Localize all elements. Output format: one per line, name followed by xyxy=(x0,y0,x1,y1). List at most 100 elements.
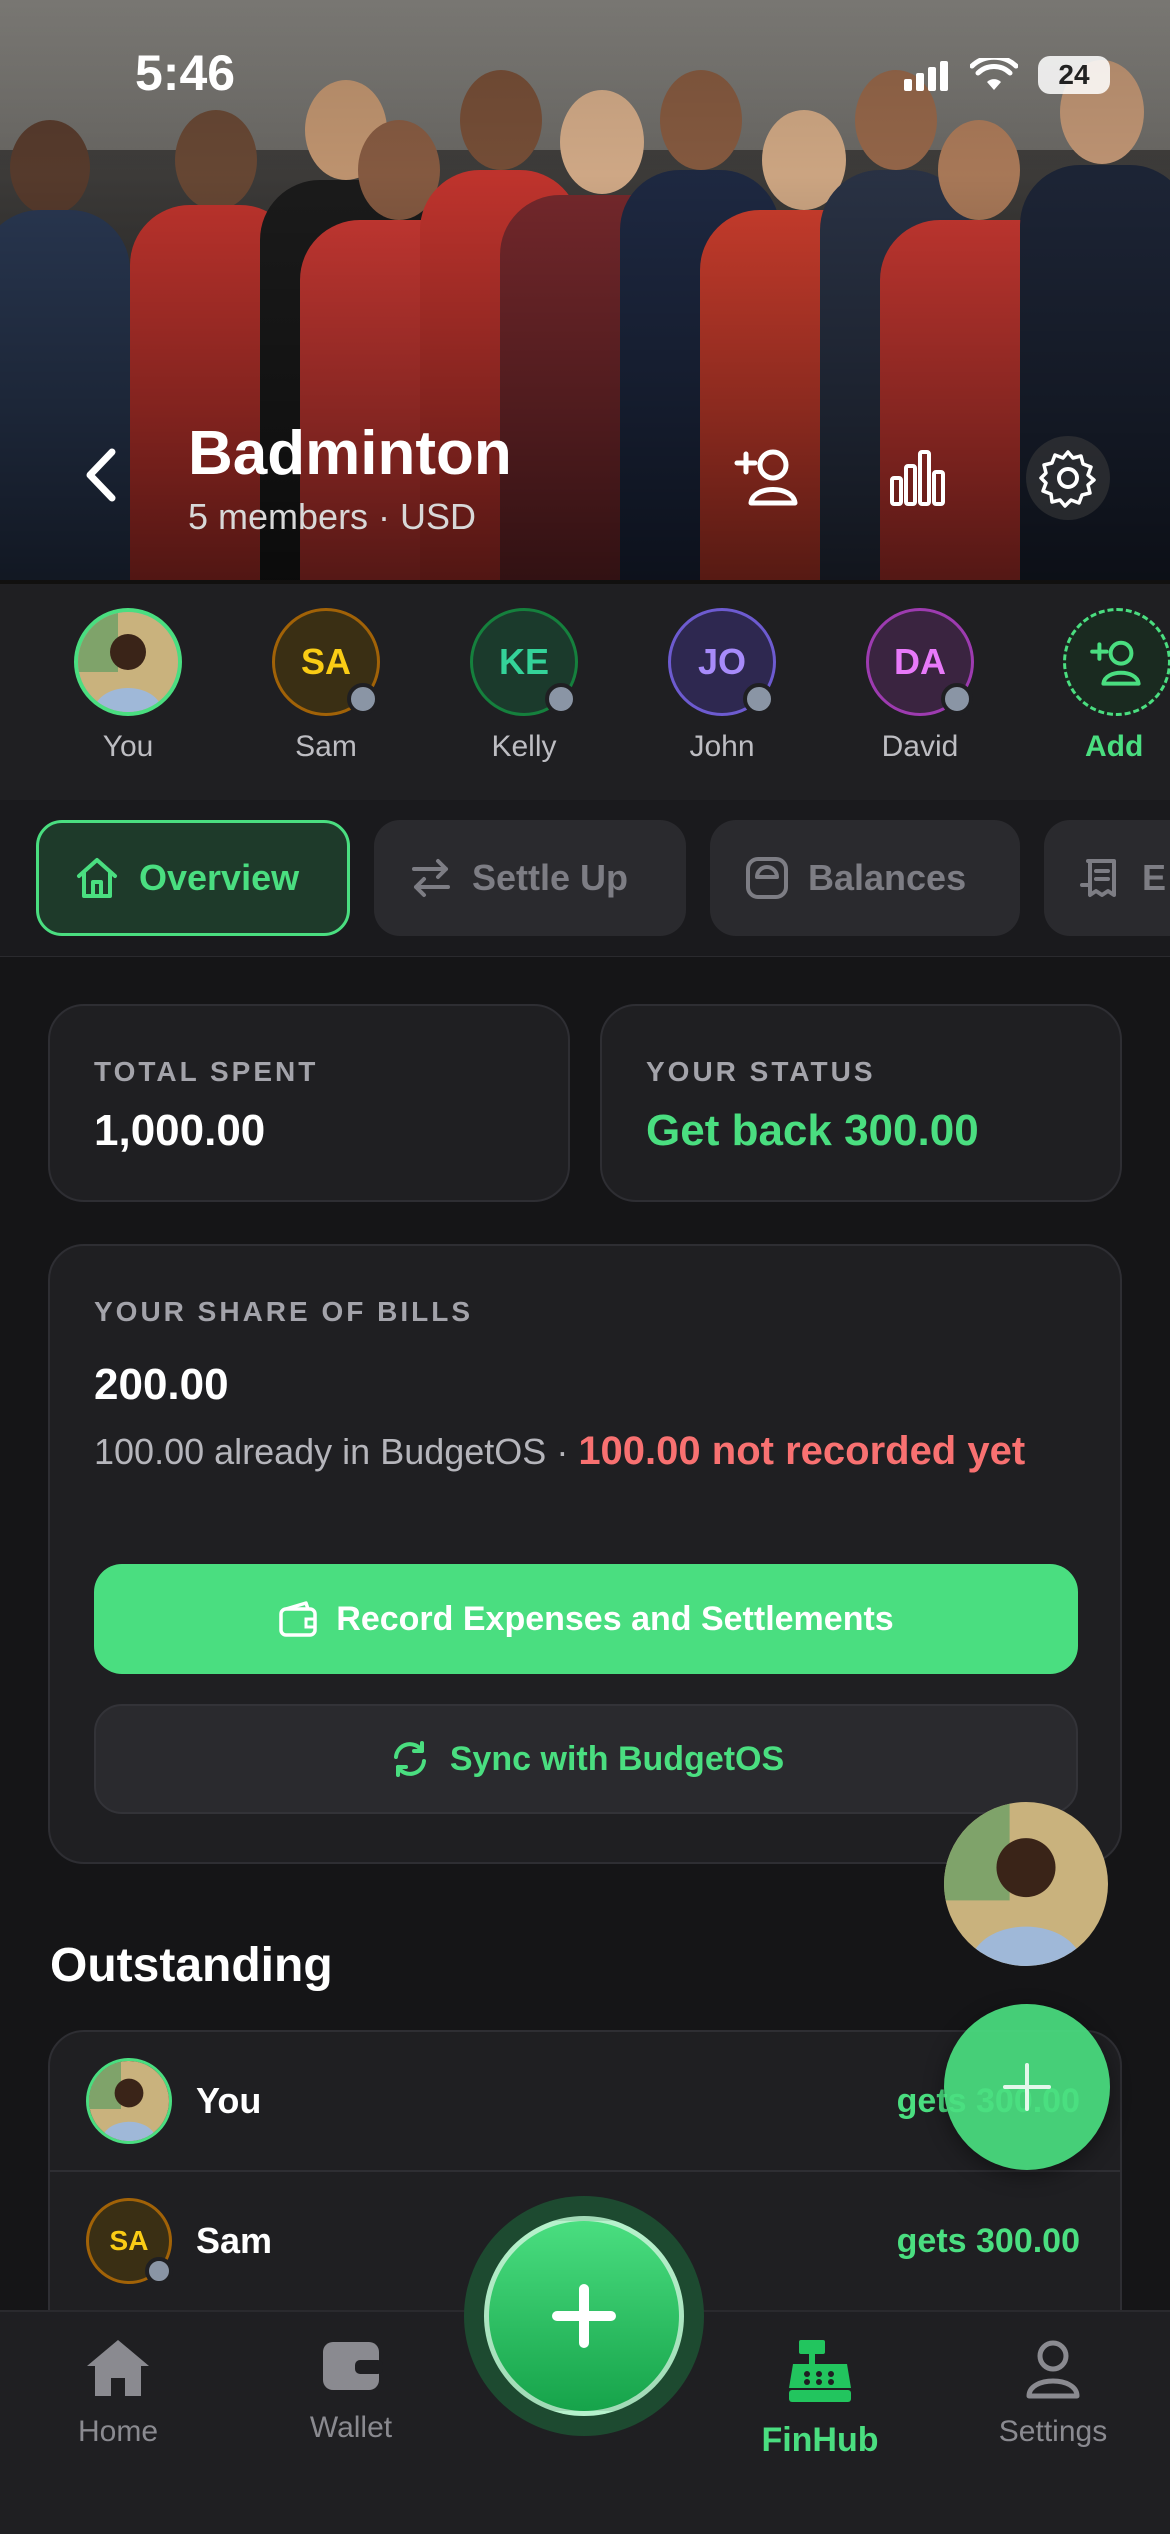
sync-icon xyxy=(393,1741,426,1777)
group-subtitle: 5 members · USD xyxy=(188,496,477,537)
transfer-icon xyxy=(412,859,450,897)
add-expense-fab[interactable] xyxy=(944,2004,1110,2170)
nav-settings[interactable]: Settings xyxy=(973,2336,1133,2449)
tab-label: E xyxy=(1142,857,1167,898)
nav-label: Home xyxy=(77,2415,159,2448)
member-name: Sam xyxy=(295,730,357,763)
stats-button[interactable] xyxy=(878,436,958,516)
share-label: YOUR SHARE OF BILLS xyxy=(94,1296,474,1327)
floating-profile-bubble[interactable] xyxy=(944,1802,1108,1966)
bar-chart-icon xyxy=(890,450,945,506)
back-button[interactable] xyxy=(72,440,132,510)
outstanding-title: Outstanding xyxy=(50,1939,333,1992)
status-dot xyxy=(941,683,973,715)
member-kelly[interactable]: KE Kelly xyxy=(449,608,599,764)
share-note-text: 100.00 already in BudgetOS · xyxy=(94,1431,579,1472)
add-member-tile[interactable]: Add xyxy=(1043,608,1170,764)
tab-bar: Overview Settle Up Balances E xyxy=(0,800,1170,957)
outstanding-name: You xyxy=(196,2080,262,2121)
status-dot xyxy=(347,683,379,715)
member-name: John xyxy=(689,730,755,763)
tab-label: Balances xyxy=(808,857,967,898)
chevron-left-icon xyxy=(86,448,116,502)
add-member-button[interactable] xyxy=(728,436,808,516)
battery-indicator: 24 xyxy=(1038,56,1110,94)
share-value: 200.00 xyxy=(94,1360,229,1409)
avatar: SA xyxy=(86,2198,173,2285)
avatar: KE xyxy=(470,608,578,716)
scale-icon xyxy=(746,857,788,899)
member-name: You xyxy=(102,730,154,763)
outstanding-name: Sam xyxy=(196,2220,273,2261)
member-david[interactable]: DA David xyxy=(845,608,995,764)
share-of-bills-card: YOUR SHARE OF BILLS 200.00 100.00 alread… xyxy=(48,1244,1122,1864)
avatar-initials: SA xyxy=(300,641,351,682)
plus-icon xyxy=(552,2284,616,2348)
avatar: DA xyxy=(866,608,974,716)
sync-budgetos-button[interactable]: Sync with BudgetOS xyxy=(94,1704,1078,1814)
record-expenses-label: Record Expenses and Settlements xyxy=(336,1599,894,1638)
total-spent-label: TOTAL SPENT xyxy=(94,1056,319,1087)
status-value: Get back 300.00 xyxy=(646,1106,979,1155)
status-bar: 5:46 24 xyxy=(0,0,1170,150)
total-spent-value: 1,000.00 xyxy=(94,1106,266,1155)
status-dot xyxy=(743,683,775,715)
status-label: YOUR STATUS xyxy=(646,1056,876,1087)
plus-icon xyxy=(1003,2063,1051,2111)
member-sam[interactable]: SA Sam xyxy=(251,608,401,764)
avatar: SA xyxy=(272,608,380,716)
your-status-card: YOUR STATUS Get back 300.00 xyxy=(600,1004,1122,1202)
tab-label: Settle Up xyxy=(472,857,629,898)
tab-overview[interactable]: Overview xyxy=(36,820,350,936)
record-expenses-button[interactable]: Record Expenses and Settlements xyxy=(94,1564,1078,1674)
avatar-initials: JO xyxy=(697,641,747,682)
cellular-signal-icon xyxy=(904,61,948,91)
share-note-warning: 100.00 not recorded yet xyxy=(578,1429,1026,1473)
nav-label: FinHub xyxy=(761,2421,879,2459)
user-photo-icon xyxy=(944,1802,1108,1966)
member-john[interactable]: JO John xyxy=(647,608,797,764)
avatar-initials: KE xyxy=(498,641,549,682)
wifi-icon xyxy=(970,58,1018,90)
status-dot xyxy=(145,2257,173,2285)
status-dot xyxy=(545,683,577,715)
home-icon xyxy=(87,2340,149,2396)
nav-label: Wallet xyxy=(309,2411,393,2444)
add-user-icon xyxy=(1090,640,1141,686)
group-settings-button[interactable] xyxy=(1026,436,1110,520)
tab-balances[interactable]: Balances xyxy=(710,820,1020,936)
avatar-initials: SA xyxy=(109,2225,149,2256)
member-you[interactable]: You xyxy=(53,608,203,764)
user-icon xyxy=(1026,2340,1080,2399)
avatar xyxy=(74,608,182,716)
nav-label: Settings xyxy=(998,2415,1108,2448)
wallet-icon xyxy=(323,2342,383,2390)
total-spent-card: TOTAL SPENT 1,000.00 xyxy=(48,1004,570,1202)
tab-label: Overview xyxy=(139,857,300,898)
add-user-icon xyxy=(734,449,798,506)
nav-wallet[interactable]: Wallet xyxy=(271,2336,431,2445)
center-add-button[interactable] xyxy=(484,2216,684,2416)
home-icon xyxy=(77,858,117,898)
group-cover-photo: 5:46 24 Badminton 5 members · USD xyxy=(0,0,1170,584)
tab-settle-up[interactable]: Settle Up xyxy=(374,820,686,936)
avatar-initials: DA xyxy=(894,641,946,682)
status-time: 5:46 xyxy=(135,45,236,101)
user-photo-icon xyxy=(89,2061,169,2141)
receipt-icon xyxy=(1080,859,1116,897)
avatar xyxy=(86,2058,172,2144)
group-title: Badminton xyxy=(188,419,512,488)
member-name: Kelly xyxy=(491,730,557,763)
cash-register-icon xyxy=(789,2340,851,2402)
nav-home[interactable]: Home xyxy=(38,2336,198,2449)
tab-expenses[interactable]: E xyxy=(1044,820,1170,936)
nav-finhub[interactable]: FinHub xyxy=(740,2336,900,2460)
members-strip: You SA Sam KE Kelly JO John DA David Add xyxy=(0,584,1170,801)
member-name: David xyxy=(881,730,959,763)
user-photo-icon xyxy=(78,612,178,712)
add-member-label: Add xyxy=(1085,730,1144,763)
outstanding-amount: gets 300.00 xyxy=(896,2221,1080,2260)
avatar: JO xyxy=(668,608,776,716)
add-member-avatar xyxy=(1063,608,1170,716)
sync-label: Sync with BudgetOS xyxy=(449,1739,785,1778)
